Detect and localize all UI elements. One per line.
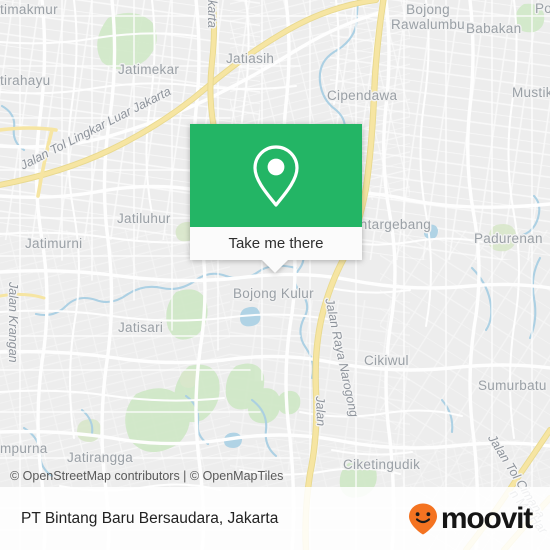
map-marker-popup[interactable]: Take me there <box>190 124 362 273</box>
moovit-logo[interactable]: moovit <box>407 501 533 536</box>
page-title: PT Bintang Baru Bersaudara, Jakarta <box>21 509 279 527</box>
take-me-there-label: Take me there <box>228 235 324 252</box>
popup-icon-area <box>190 124 362 227</box>
map-screen: timakmur Jatimekar tirahayu Jatiasih Cip… <box>0 0 550 550</box>
footer-bar: PT Bintang Baru Bersaudara, Jakarta moov… <box>0 487 550 550</box>
take-me-there-button[interactable]: Take me there <box>190 227 362 260</box>
popup-tail <box>262 260 288 273</box>
map-attribution[interactable]: © OpenStreetMap contributors | © OpenMap… <box>10 469 283 483</box>
map-pin-icon <box>253 144 299 207</box>
moovit-pin-icon <box>408 503 437 534</box>
map-tiles <box>0 0 550 550</box>
map-canvas[interactable]: timakmur Jatimekar tirahayu Jatiasih Cip… <box>0 0 550 550</box>
moovit-wordmark: moovit <box>440 501 533 535</box>
